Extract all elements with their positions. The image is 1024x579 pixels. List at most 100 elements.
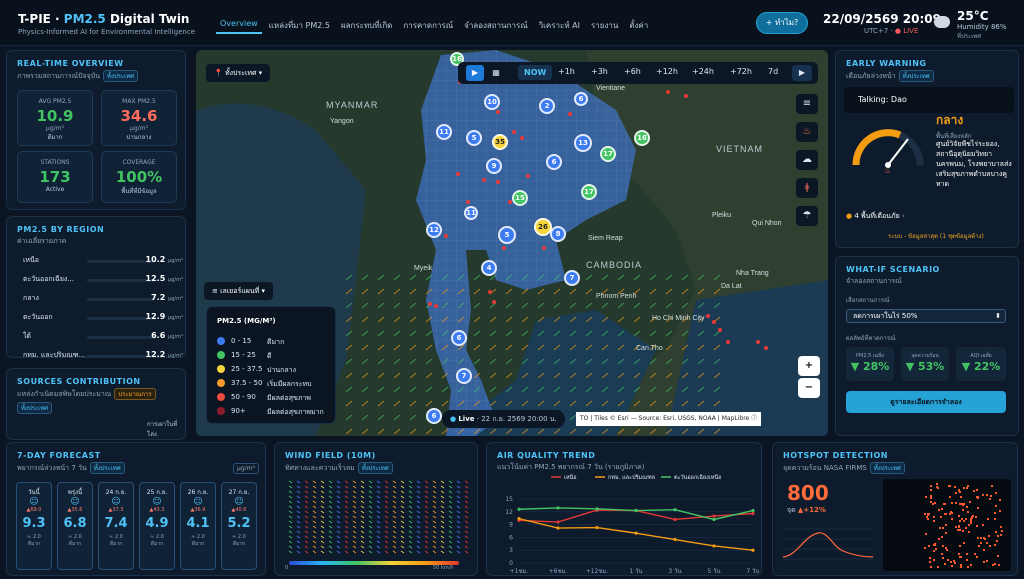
hotspot-dot [977, 497, 980, 500]
hotspot-dot [968, 501, 971, 504]
fire-marker[interactable] [542, 246, 546, 250]
station-cluster[interactable]: 15 [512, 190, 528, 206]
station-cluster[interactable]: 2 [539, 98, 555, 114]
hotspot-scope-tag[interactable]: ทั้งประเทศ [869, 462, 905, 474]
nav-ai-analysis[interactable]: วิเคราะห์ AI [535, 17, 584, 34]
forecast-day-card[interactable]: 26 ก.ย. ☺ ▲36.9 4.1 ≈ 2.0 ดีมาก [180, 482, 216, 570]
station-cluster[interactable]: 4 [481, 260, 497, 276]
calendar-icon[interactable]: ▦ [488, 65, 504, 81]
station-cluster[interactable]: 5 [498, 226, 516, 244]
forecast-day-card[interactable]: วันนี้ ☺ ▲69.0 9.3 ≈ 2.0 ดีมาก [16, 482, 52, 570]
time-3h[interactable]: +3h [591, 67, 608, 76]
time-now[interactable]: NOW [518, 65, 553, 80]
station-cluster[interactable]: 11 [464, 206, 478, 220]
fire-marker[interactable] [444, 234, 448, 238]
fire-marker[interactable] [508, 200, 512, 204]
smoke-icon[interactable]: ☁ [796, 150, 818, 170]
next-icon[interactable]: ▶ [792, 65, 812, 81]
fire-marker[interactable] [428, 302, 432, 306]
fire-marker[interactable] [666, 90, 670, 94]
time-24h[interactable]: +24h [692, 67, 714, 76]
nav-simulation[interactable]: จำลองสถานการณ์ [460, 17, 532, 34]
pm25-map[interactable]: MYANMAR Yangon VIETNAM CAMBODIA Siem Rea… [196, 50, 828, 436]
fire-icon[interactable]: ♨ [796, 122, 818, 142]
nav-impact[interactable]: ผลกระทบที่เกิด [337, 17, 396, 34]
station-cluster[interactable]: 6 [426, 408, 442, 424]
fire-marker[interactable] [684, 94, 688, 98]
fire-marker[interactable] [512, 130, 516, 134]
station-cluster[interactable]: 6 [574, 92, 588, 106]
time-7d[interactable]: 7d [768, 67, 778, 76]
wind-scope-tag[interactable]: ทั้งประเทศ [357, 462, 393, 474]
hotspot-dot [927, 545, 930, 548]
time-12h[interactable]: +12h [656, 67, 678, 76]
station-cluster[interactable]: 12 [426, 222, 442, 238]
station-cluster[interactable]: 9 [486, 158, 502, 174]
play-icon[interactable]: ▶ [466, 65, 484, 81]
station-cluster[interactable]: 17 [581, 184, 597, 200]
thermometer-icon[interactable]: ǂ [796, 178, 818, 198]
zoom-in-button[interactable]: + [798, 356, 820, 376]
station-cluster[interactable]: 13 [574, 134, 592, 152]
time-1h[interactable]: +1h [558, 67, 575, 76]
nav-forecast[interactable]: การคาดการณ์ [399, 17, 457, 34]
fire-marker[interactable] [526, 174, 530, 178]
nav-sources[interactable]: แหล่งที่มา PM2.5 [265, 17, 334, 34]
map-layers-button[interactable]: ≡ เลเยอร์แผนที่ ▾ [204, 282, 274, 300]
fire-marker[interactable] [502, 246, 506, 250]
fire-marker[interactable] [718, 328, 722, 332]
fire-marker[interactable] [488, 290, 492, 294]
fire-marker[interactable] [434, 304, 438, 308]
scenario-select[interactable]: ลดการเผาในไร่ 50% ⬍ [846, 309, 1006, 323]
forecast-day-card[interactable]: 24 ก.ย. ☺ ▲37.3 7.4 ≈ 2.0 ดีมาก [98, 482, 134, 570]
fire-marker[interactable] [456, 172, 460, 176]
layers-menu-icon[interactable]: ≡ [796, 94, 818, 114]
fire-marker[interactable] [756, 340, 760, 344]
station-cluster[interactable]: 17 [600, 146, 616, 162]
station-cluster[interactable]: 8 [550, 226, 566, 242]
fire-marker[interactable] [482, 178, 486, 182]
coverage-card: COVERAGE 100% พื้นที่ที่มีข้อมูล [101, 151, 177, 203]
early-warning-panel: EARLY WARNING เตือนภัยล่วงหน้า ทั้งประเทศ… [835, 50, 1019, 248]
fire-marker[interactable] [466, 200, 470, 204]
fire-marker[interactable] [496, 180, 500, 184]
station-cluster[interactable]: 6 [546, 154, 562, 170]
station-cluster[interactable]: 6 [451, 330, 467, 346]
fire-marker[interactable] [496, 110, 500, 114]
forecast-scope-tag[interactable]: ทั้งประเทศ [89, 462, 125, 474]
station-cluster[interactable]: 5 [466, 130, 482, 146]
station-cluster[interactable]: 10 [484, 94, 500, 110]
run-simulation-button[interactable]: ดูรายละเอียดการจำลอง [846, 391, 1006, 413]
time-72h[interactable]: +72h [730, 67, 752, 76]
fire-marker[interactable] [764, 346, 768, 350]
station-cluster[interactable]: 26 [534, 218, 552, 236]
station-cluster[interactable]: 16 [634, 130, 650, 146]
fire-marker[interactable] [712, 320, 716, 324]
fire-marker[interactable] [568, 112, 572, 116]
warning-scope-tag[interactable]: ทั้งประเทศ [898, 70, 934, 82]
zoom-out-button[interactable]: − [798, 378, 820, 398]
fire-marker[interactable] [492, 300, 496, 304]
hotspot-dot [975, 489, 978, 492]
station-cluster[interactable]: 7 [564, 270, 580, 286]
area-selector[interactable]: 📍 ทั้งประเทศ ▾ [206, 64, 271, 82]
station-cluster[interactable]: 11 [436, 124, 452, 140]
overview-scope-tag[interactable]: ทั้งประเทศ [103, 70, 138, 82]
station-cluster[interactable]: 7 [456, 368, 472, 384]
station-cluster[interactable]: 35 [492, 134, 508, 150]
y-tick-label: 6 [509, 534, 513, 541]
ask-why-button[interactable]: + ทำไม? [756, 12, 808, 34]
sources-scope-tag[interactable]: ทั้งประเทศ [17, 402, 52, 414]
nav-overview[interactable]: Overview [216, 17, 262, 34]
forecast-day-card[interactable]: 25 ก.ย. ☺ ▲43.3 4.9 ≈ 2.0 ดีมาก [139, 482, 175, 570]
fire-marker[interactable] [706, 314, 710, 318]
nav-settings[interactable]: ตั้งค่า [625, 17, 652, 34]
time-6h[interactable]: +6h [624, 67, 641, 76]
fire-marker[interactable] [520, 136, 524, 140]
forecast-day-card[interactable]: พรุ่งนี้ ☺ ▲35.6 6.8 ≈ 2.0 ดีมาก [57, 482, 93, 570]
brand-title: T-PIE · PM2.5 Digital Twin [18, 12, 190, 26]
forecast-day-card[interactable]: 27 ก.ย. ☺ ▲40.6 5.2 ≈ 2.0 ดีมาก [221, 482, 257, 570]
fire-marker[interactable] [726, 340, 730, 344]
nav-reports[interactable]: รายงาน [587, 17, 622, 34]
rain-icon[interactable]: ☂ [796, 206, 818, 226]
